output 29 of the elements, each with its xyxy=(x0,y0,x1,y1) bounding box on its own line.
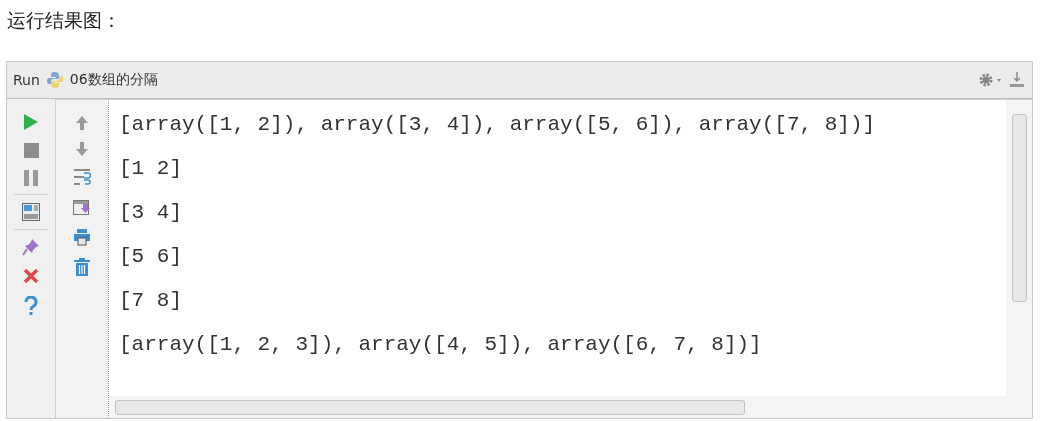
layout-icon[interactable] xyxy=(22,203,40,221)
stop-icon[interactable] xyxy=(23,143,39,158)
pin-icon[interactable] xyxy=(22,238,40,256)
console-line: [1 2] xyxy=(119,156,183,182)
console-line: [5 6] xyxy=(119,244,183,270)
console-line: [array([1, 2]), array([3, 4]), array([5, 6]), array([7, 8])] xyxy=(119,112,877,138)
vertical-scrollbar[interactable] xyxy=(1006,100,1032,418)
help-icon[interactable] xyxy=(24,296,38,316)
settings-icon[interactable] xyxy=(978,72,1002,88)
console-line: [3 4] xyxy=(119,200,183,226)
up-arrow-icon[interactable] xyxy=(76,116,88,130)
run-label: Run xyxy=(13,72,40,88)
scrollbar-thumb[interactable] xyxy=(1011,114,1027,302)
scroll-to-end-icon[interactable] xyxy=(73,198,91,216)
python-logo-icon xyxy=(45,71,64,89)
close-icon[interactable] xyxy=(23,268,39,284)
run-icon[interactable] xyxy=(23,113,39,131)
download-icon[interactable] xyxy=(1008,71,1026,89)
soft-wrap-icon[interactable] xyxy=(73,168,91,186)
run-config-tab[interactable]: 06数组的分隔 xyxy=(69,71,158,89)
printer-icon[interactable] xyxy=(73,228,91,246)
scrollbar-thumb[interactable] xyxy=(115,399,745,415)
down-arrow-icon[interactable] xyxy=(76,142,88,156)
console-line: [7 8] xyxy=(119,288,183,314)
trash-icon[interactable] xyxy=(74,258,90,276)
horizontal-scrollbar[interactable] xyxy=(109,396,1006,418)
page-heading: 运行结果图： xyxy=(7,9,121,31)
console-line: [array([1, 2, 3]), array([4, 5]), array([6, 7, 8])] xyxy=(119,332,763,358)
pause-icon[interactable] xyxy=(24,170,38,186)
